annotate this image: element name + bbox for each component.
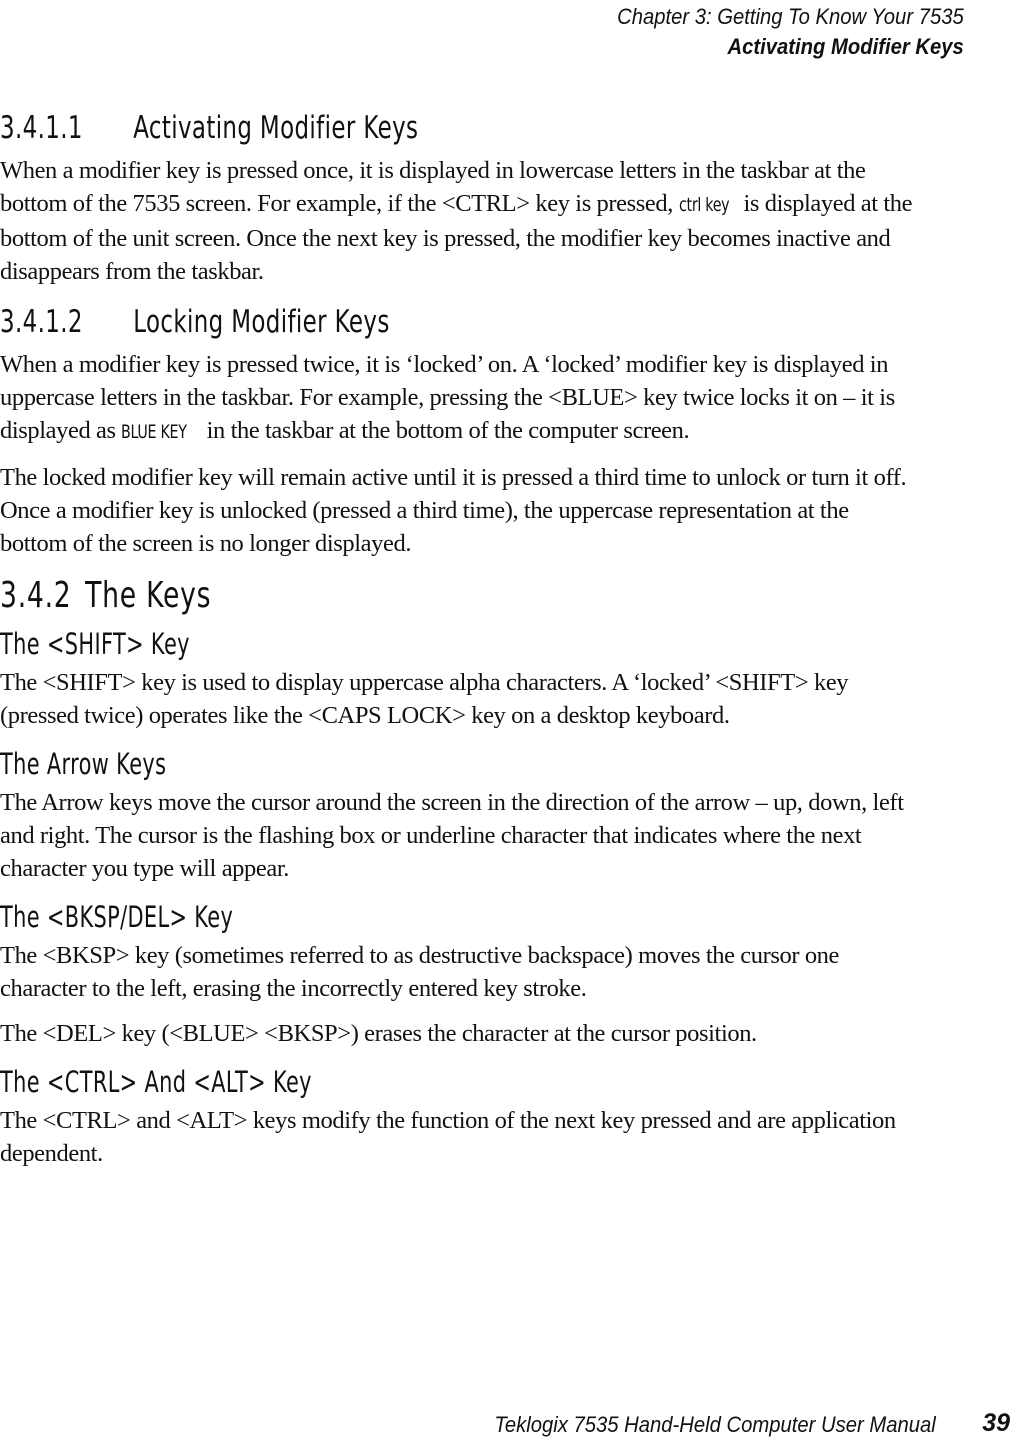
paragraph: When a modifier key is pressed once, it …	[0, 154, 915, 288]
paragraph: The <DEL> key (<BLUE> <BKSP>) erases the…	[0, 1020, 757, 1047]
text-run: When a modifier key is pressed once, it …	[0, 157, 866, 217]
heading-activating-modifier-keys: 3.4.1.1 Activating Modifier Keys	[0, 106, 677, 150]
heading-the-keys: 3.4.2 The Keys	[0, 572, 677, 620]
page-number: 39	[982, 1409, 1010, 1437]
paragraph: The Arrow keys move the cursor around th…	[0, 789, 904, 882]
paragraph: The <SHIFT> key is used to display upper…	[0, 669, 849, 729]
subsection-shift-key: The <SHIFT> Key The <SHIFT> key is used …	[0, 624, 915, 732]
heading-locking-modifier-keys: 3.4.1.2 Locking Modifier Keys	[0, 300, 677, 344]
heading-arrow-keys: The Arrow Keys	[0, 747, 167, 781]
page-content: 3.4.1.1 Activating Modifier Keys When a m…	[0, 106, 915, 1182]
taskbar-key-label: BLUE KEY	[121, 421, 187, 443]
heading-bksp-del-key: The <BKSP/DEL> Key	[0, 900, 234, 934]
manual-title: Teklogix 7535 Hand-Held Computer User Ma…	[494, 1412, 936, 1437]
paragraph: The locked modifier key will remain acti…	[0, 464, 907, 557]
section-title: Activating Modifier Keys	[727, 34, 964, 59]
chapter-title: Chapter 3: Getting To Know Your 7535	[617, 4, 964, 29]
section-number: 3.4.1.1	[0, 110, 83, 146]
section-3-4-1-1: 3.4.1.1 Activating Modifier Keys When a m…	[0, 106, 915, 288]
subsection-bksp-del-key: The <BKSP/DEL> Key The <BKSP> key (somet…	[0, 897, 915, 1050]
section-number: 3.4.1.2	[0, 304, 83, 340]
section-heading-text: Locking Modifier Keys	[133, 304, 390, 340]
running-header: Chapter 3: Getting To Know Your 7535 Act…	[617, 2, 964, 62]
subsection-ctrl-alt-key: The <CTRL> And <ALT> Key The <CTRL> and …	[0, 1062, 915, 1170]
taskbar-key-label: ctrl key	[678, 194, 730, 216]
paragraph: The <CTRL> and <ALT> keys modify the fun…	[0, 1107, 896, 1167]
paragraph: When a modifier key is pressed twice, it…	[0, 348, 915, 449]
section-heading-text: Activating Modifier Keys	[133, 110, 419, 146]
section-3-4-1-2: 3.4.1.2 Locking Modifier Keys When a modi…	[0, 300, 915, 560]
section-number: 3.4.2	[0, 575, 72, 616]
subsection-arrow-keys: The Arrow Keys The Arrow keys move the c…	[0, 744, 915, 885]
text-run: in the taskbar at the bottom of the comp…	[200, 417, 690, 444]
heading-shift-key: The <SHIFT> Key	[0, 627, 190, 661]
section-heading-text: The Keys	[85, 575, 212, 616]
heading-ctrl-alt-key: The <CTRL> And <ALT> Key	[0, 1065, 312, 1099]
paragraph: The <BKSP> key (sometimes referred to as…	[0, 942, 840, 1002]
